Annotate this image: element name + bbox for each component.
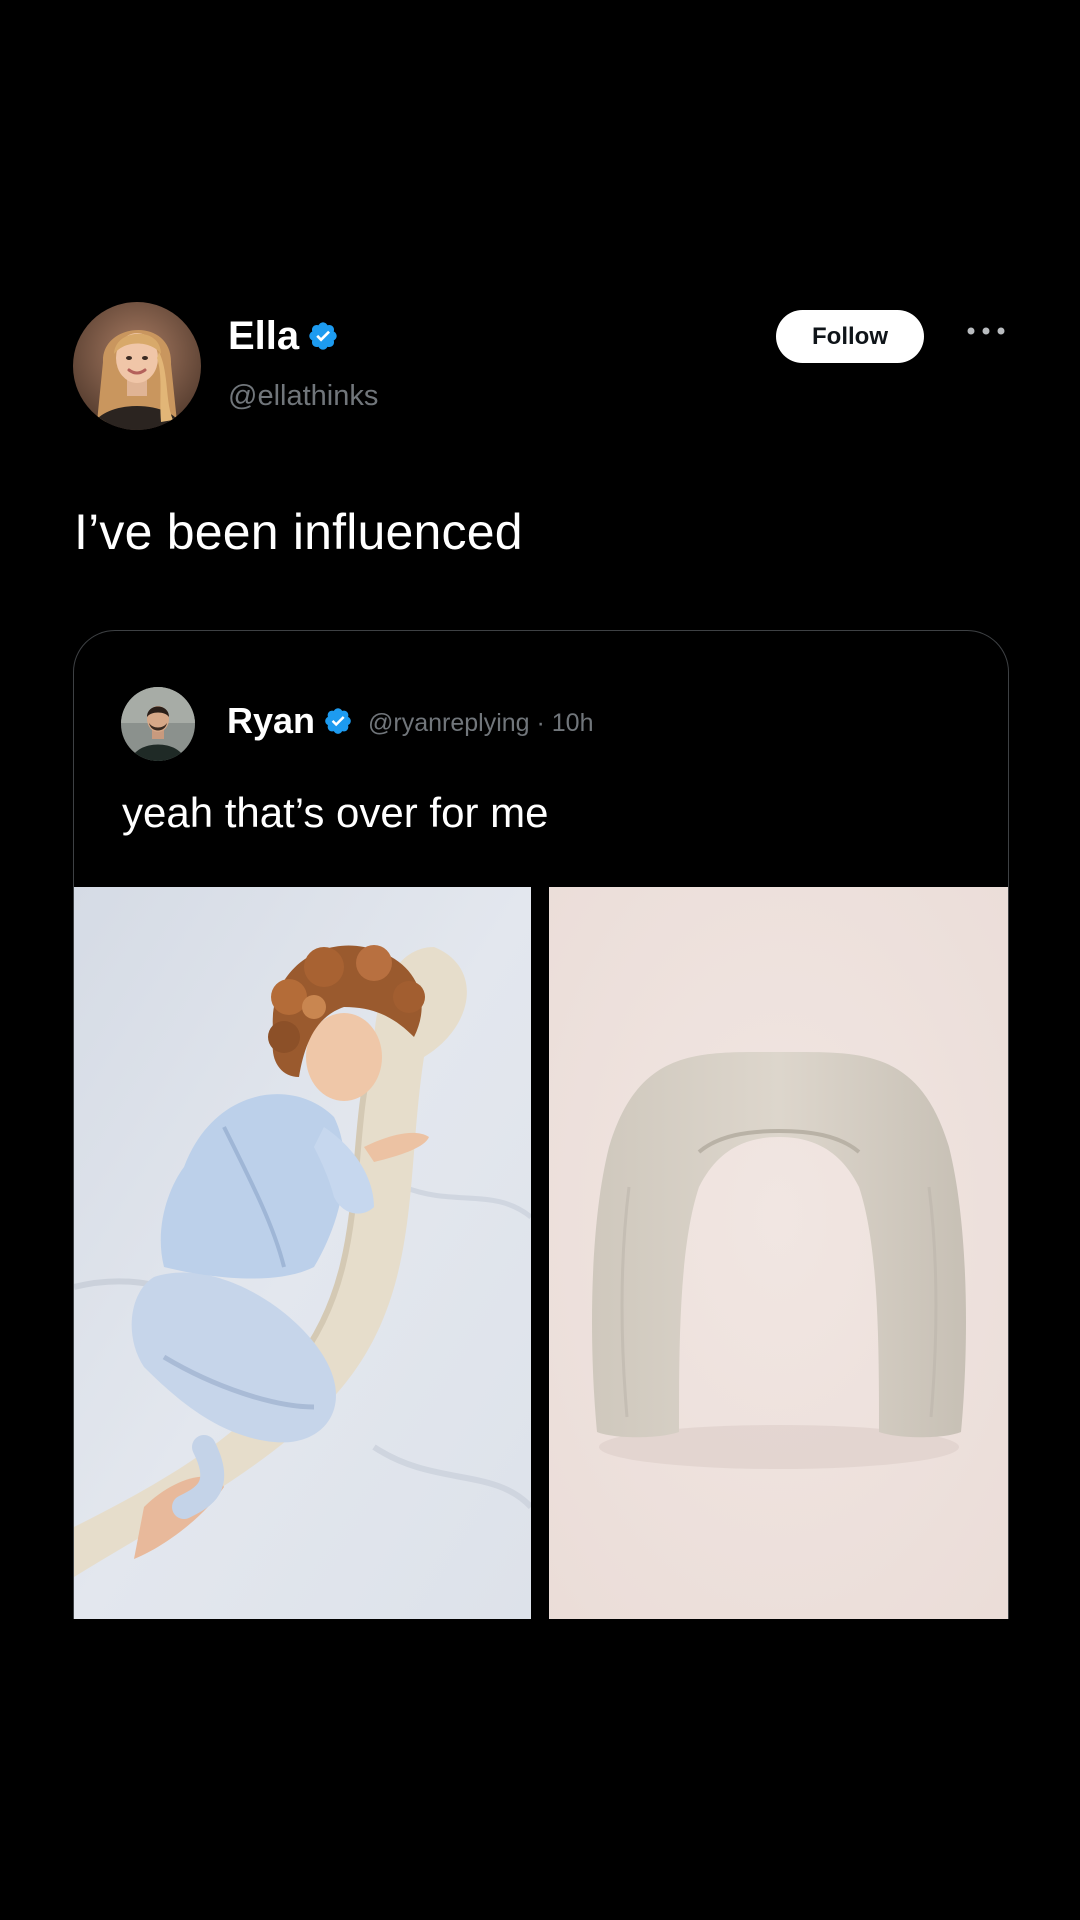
meta-separator: · — [529, 709, 552, 737]
more-options-button[interactable] — [962, 316, 1010, 346]
author-handle[interactable]: @ellathinks — [228, 378, 378, 414]
media-image-sleeping-woman[interactable] — [74, 887, 531, 1619]
author-name-row[interactable]: Ella — [228, 312, 339, 360]
verified-badge-icon — [323, 706, 353, 736]
quoted-text: yeah that’s over for me — [122, 789, 549, 836]
author-avatar[interactable] — [73, 302, 201, 430]
quoted-author-avatar[interactable] — [121, 687, 195, 761]
quoted-timestamp[interactable]: 10h — [552, 707, 594, 739]
media-grid — [74, 887, 1008, 1619]
verified-badge-icon — [307, 320, 339, 352]
quoted-author-handle[interactable]: @ryanreplying — [368, 707, 530, 739]
author-name[interactable]: Ella — [228, 312, 299, 360]
quoted-author-name[interactable]: Ryan — [227, 699, 315, 743]
quoted-handle-row: @ryanreplying · 10h — [368, 707, 594, 739]
quoted-author-name-row[interactable]: Ryan — [227, 699, 353, 743]
media-image-u-pillow[interactable] — [549, 887, 1008, 1619]
more-horizontal-icon — [967, 327, 1005, 335]
quoted-tweet-card[interactable]: Ryan @ryanreplying · 10h yeah that’s ove… — [73, 630, 1009, 1619]
follow-button[interactable]: Follow — [776, 310, 924, 363]
post-text: I’ve been influenced — [74, 504, 523, 560]
